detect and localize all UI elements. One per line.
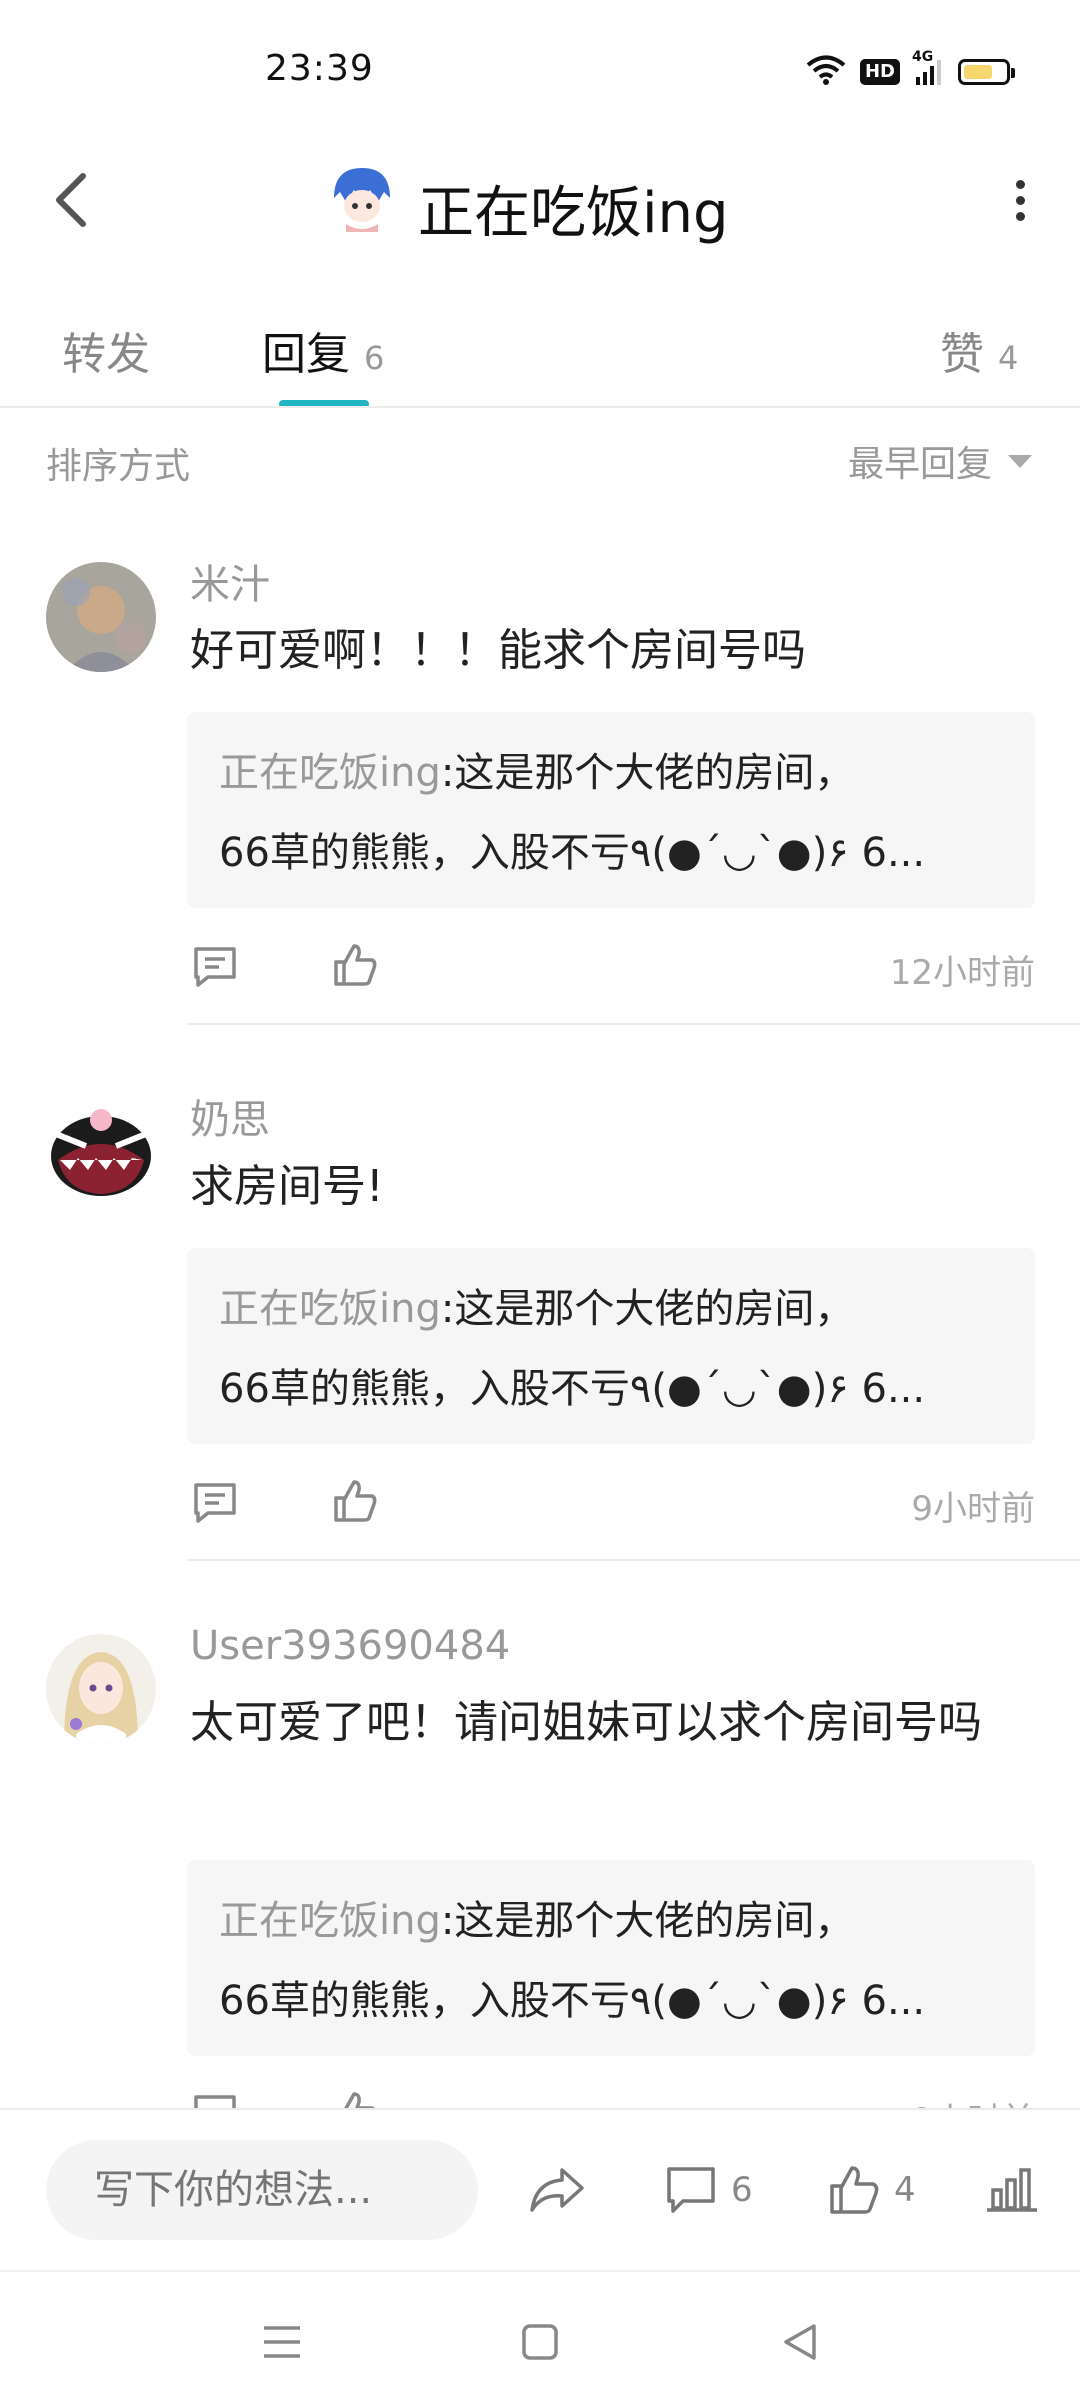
back-button[interactable] [40,165,100,235]
share-button[interactable] [528,2155,586,2225]
quoted-reply[interactable]: 正在吃饭ing:这是那个大佬的房间， 66草的熊熊，入股不亏٩(●´◡`●)۶ … [187,712,1035,908]
battery-icon [958,59,1015,85]
reply-button[interactable] [188,940,242,994]
sort-select[interactable]: 最早回复 [848,435,1032,487]
status-time: 23:39 [265,48,374,89]
comment-text: 好可爱啊！！！能求个房间号吗 [190,625,806,676]
tab-label: 转发 [62,329,150,380]
home-button[interactable] [510,2312,570,2372]
quote-text: 66草的熊熊，入股不亏٩(●´◡`●)۶ 6... [219,1978,926,2024]
like-count: 4 [894,2170,916,2210]
status-icons: HD 4G [806,49,1015,92]
back-icon [56,173,86,227]
more-icon-dot [1015,179,1025,189]
like-icon [830,2166,879,2214]
comment-time: 12小时前 [889,953,1035,993]
tab-replies[interactable]: 回复 6 [262,318,384,382]
more-icon-dot [1015,195,1025,205]
quote-author: 正在吃饭ing [219,1286,441,1332]
tab-count: 4 [998,339,1019,377]
share-icon [530,2168,584,2212]
quote-text: :这是那个大佬的房间， [440,750,855,796]
hd-badge: HD [859,59,900,85]
menu-icon [264,2326,300,2358]
sort-label: 排序方式 [46,446,191,487]
comment-input[interactable] [46,2140,478,2240]
divider [0,406,1080,408]
more-icon-dot [1015,211,1025,221]
quote-text: :这是那个大佬的房间， [440,1898,855,1944]
comment-author[interactable]: User393690484 [190,1623,510,1669]
header-avatar[interactable] [326,162,398,234]
reply-icon [194,947,236,987]
bottom-action-bar: 6 4 [0,2108,1080,2270]
comment-time: 9小时前 [911,1489,1035,1529]
reply-icon [194,1483,236,1523]
menu-button[interactable] [252,2312,312,2372]
back-triangle-icon [784,2324,816,2360]
reply-button[interactable] [188,1476,242,1530]
quote-text: :这是那个大佬的房间， [440,1286,855,1332]
like-icon [334,944,377,986]
stats-icon [987,2168,1037,2212]
signal-icon: 4G [912,49,944,87]
comment-text: 求房间号! [190,1161,384,1212]
network-type: 4G [912,49,934,65]
quote-text: 66草的熊熊，入股不亏٩(●´◡`●)۶ 6... [219,1366,926,1412]
stats-button[interactable] [985,2155,1039,2225]
quote-text: 66草的熊熊，入股不亏٩(●´◡`●)۶ 6... [219,830,926,876]
comment-icon [667,2167,715,2213]
tab-repost[interactable]: 转发 [62,318,150,382]
comment-text: 太可爱了吧！请问姐妹可以求个房间号吗 [190,1697,982,1748]
wifi-icon [806,54,846,90]
divider [187,1559,1080,1561]
avatar[interactable] [46,1634,156,1744]
avatar[interactable] [46,562,156,672]
tab-count: 6 [364,339,385,377]
avatar[interactable] [46,1098,156,1208]
comment-count: 6 [731,2170,753,2210]
page-title: 正在吃饭ing [418,181,729,246]
tab-label: 赞 [940,329,984,380]
quoted-reply[interactable]: 正在吃饭ing:这是那个大佬的房间， 66草的熊熊，入股不亏٩(●´◡`●)۶ … [187,1248,1035,1444]
tab-likes[interactable]: 赞4 [940,318,1018,382]
battery-level [964,65,992,79]
caret-down-icon [1008,454,1032,468]
system-nav-bar [0,2270,1080,2402]
like-button[interactable] [328,938,382,992]
like-button[interactable]: 4 [828,2155,916,2225]
sort-selected: 最早回复 [847,444,992,485]
quoted-reply[interactable]: 正在吃饭ing:这是那个大佬的房间， 66草的熊熊，入股不亏٩(●´◡`●)۶ … [187,1860,1035,2056]
comment-author[interactable]: 米汁 [190,552,270,610]
tab-label: 回复 [262,329,350,380]
comment-author[interactable]: 奶思 [190,1087,270,1145]
home-icon [522,2324,558,2360]
like-icon [334,1480,377,1522]
like-button[interactable] [328,1474,382,1528]
quote-author: 正在吃饭ing [219,750,441,796]
more-button[interactable] [990,170,1050,230]
comments-button[interactable]: 6 [665,2155,753,2225]
divider [187,1023,1080,1025]
quote-author: 正在吃饭ing [219,1898,441,1944]
nav-back-button[interactable] [770,2312,830,2372]
